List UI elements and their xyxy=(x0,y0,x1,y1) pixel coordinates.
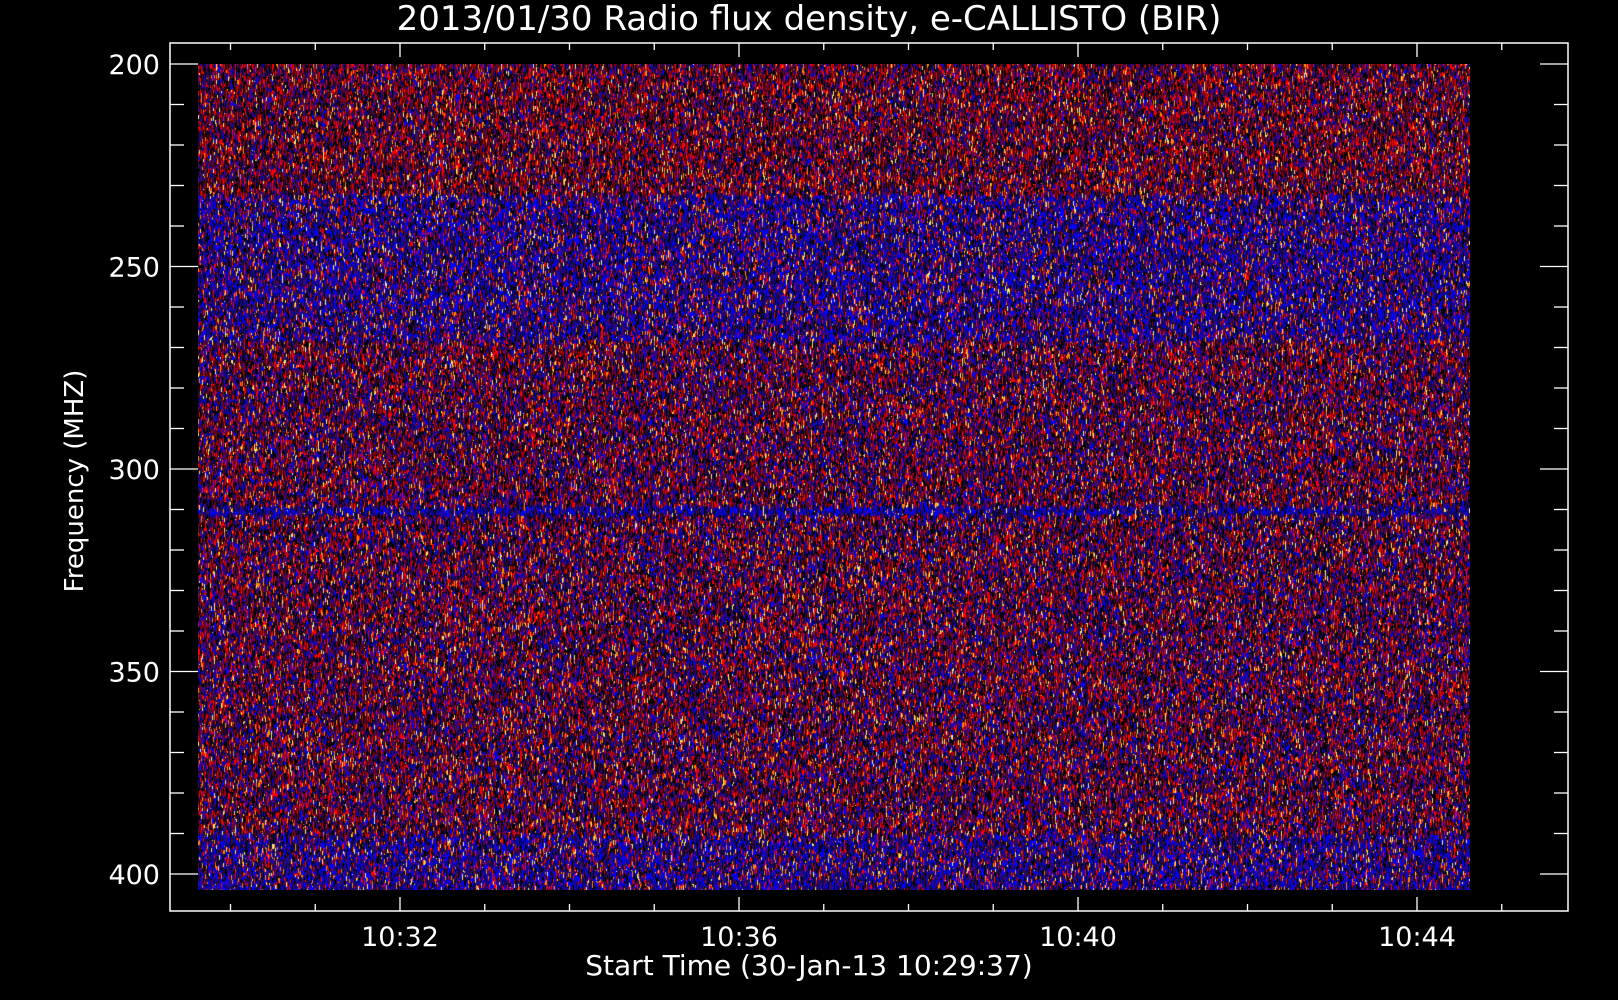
chart-title: 2013/01/30 Radio flux density, e-CALLIST… xyxy=(397,0,1222,39)
spectrogram-chart: 2013/01/30 Radio flux density, e-CALLIST… xyxy=(0,0,1618,1000)
x-tick-label: 10:36 xyxy=(700,922,778,953)
y-tick-label: 250 xyxy=(108,253,160,284)
spectrogram-image xyxy=(198,64,1470,890)
y-tick-label: 300 xyxy=(108,455,160,486)
x-axis-label: Start Time (30-Jan-13 10:29:37) xyxy=(585,949,1032,982)
spectrogram-heatmap xyxy=(198,64,1470,890)
x-tick-label: 10:44 xyxy=(1378,922,1456,953)
x-tick-label: 10:40 xyxy=(1039,922,1117,953)
y-axis-label: Frequency (MHZ) xyxy=(60,370,90,593)
y-tick-label: 200 xyxy=(108,50,160,81)
y-tick-label: 400 xyxy=(108,860,160,891)
y-tick-label: 350 xyxy=(108,658,160,689)
x-tick-label: 10:32 xyxy=(361,922,439,953)
